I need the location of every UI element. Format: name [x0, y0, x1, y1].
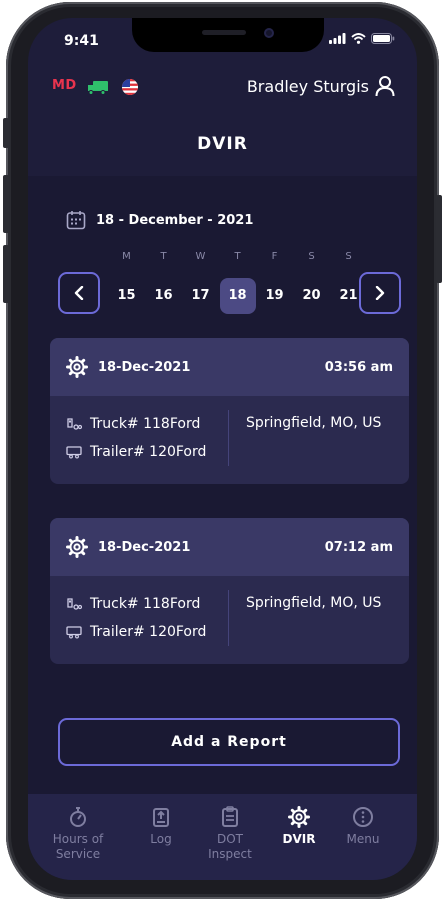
day-17[interactable]: 17 — [182, 278, 219, 314]
status-icons — [329, 33, 395, 44]
divider — [228, 590, 229, 646]
report-card[interactable]: 18-Dec-2021 07:12 am Truck# 118Ford Trai… — [50, 518, 409, 664]
report-location: Springfield, MO, US — [246, 415, 382, 431]
weekday-label: S — [308, 251, 315, 262]
trailer-number: Trailer# 120Ford — [90, 624, 207, 640]
previous-week-button[interactable] — [58, 272, 100, 314]
tab-label: DOT Inspect — [208, 832, 252, 861]
us-flag-icon — [122, 79, 138, 95]
clipboard-icon — [222, 806, 238, 827]
app-screen: 9:41 MD Bradley Sturgis DVIR 18 - Decemb… — [28, 18, 417, 880]
tab-label: Menu — [346, 832, 380, 846]
phone-notch — [132, 18, 324, 52]
weekday-header: M T W T F S S — [108, 251, 367, 262]
report-card-body: Truck# 118Ford Trailer# 120Ford Springfi… — [50, 396, 409, 484]
weekday-label: M — [122, 251, 131, 262]
tab-label: DVIR — [282, 832, 316, 846]
chevron-left-icon — [74, 286, 84, 300]
truck-small-icon — [67, 598, 82, 610]
md-indicator: MD — [52, 78, 77, 93]
stopwatch-icon — [70, 807, 86, 827]
gear-icon — [288, 806, 310, 828]
report-card-header: 18-Dec-2021 03:56 am — [50, 338, 409, 396]
weekday-label: T — [160, 251, 167, 262]
trailer-number: Trailer# 120Ford — [90, 444, 207, 460]
phone-side-button — [3, 245, 9, 303]
report-card-body: Truck# 118Ford Trailer# 120Ford Springfi… — [50, 576, 409, 664]
tab-dvir[interactable]: DVIR — [274, 806, 324, 847]
weekday-label: W — [195, 251, 206, 262]
tab-dot-inspect[interactable]: DOT Inspect — [201, 806, 259, 862]
bottom-tab-bar: Hours of Service Log DOT Inspect DVIR Me… — [28, 794, 417, 880]
menu-icon — [353, 807, 373, 827]
status-time: 9:41 — [64, 33, 99, 49]
day-15[interactable]: 15 — [108, 278, 145, 314]
speaker-grille — [202, 30, 246, 35]
weekday-label: T — [234, 251, 241, 262]
day-19[interactable]: 19 — [256, 278, 293, 314]
selected-date-row[interactable]: 18 - December - 2021 — [66, 210, 253, 230]
report-card[interactable]: 18-Dec-2021 03:56 am Truck# 118Ford Trai… — [50, 338, 409, 484]
trailer-icon — [66, 626, 82, 639]
signal-icon — [329, 33, 346, 44]
phone-side-button — [3, 175, 9, 233]
week-days-row: 15 16 17 18 19 20 21 — [108, 278, 367, 314]
tab-log[interactable]: Log — [136, 806, 186, 847]
user-profile-icon[interactable] — [375, 75, 395, 97]
truck-number: Truck# 118Ford — [90, 596, 201, 612]
front-camera — [264, 28, 274, 38]
trailer-line: Trailer# 120Ford — [66, 444, 206, 460]
phone-side-button — [436, 195, 442, 283]
calendar-icon — [66, 211, 86, 230]
log-icon — [153, 808, 169, 827]
truck-line: Truck# 118Ford — [66, 596, 200, 612]
weekday-label: S — [345, 251, 352, 262]
phone-side-button — [3, 118, 9, 148]
truck-line: Truck# 118Ford — [66, 416, 200, 432]
main-content: 18 - December - 2021 M T W T F S S 15 16… — [28, 176, 417, 794]
chevron-right-icon — [375, 286, 385, 300]
next-week-button[interactable] — [359, 272, 401, 314]
gear-icon — [66, 356, 88, 378]
truck-icon — [88, 81, 108, 95]
report-date: 18-Dec-2021 — [98, 359, 191, 375]
trailer-line: Trailer# 120Ford — [66, 624, 206, 640]
page-title: DVIR — [197, 134, 248, 154]
tab-label: Log — [150, 832, 172, 846]
report-time: 03:56 am — [324, 359, 393, 375]
report-date: 18-Dec-2021 — [98, 539, 191, 555]
wifi-icon — [351, 33, 366, 44]
battery-icon — [371, 33, 395, 44]
add-report-button[interactable]: Add a Report — [58, 718, 400, 766]
divider — [228, 410, 229, 466]
truck-number: Truck# 118Ford — [90, 416, 201, 432]
gear-icon — [66, 536, 88, 558]
day-20[interactable]: 20 — [293, 278, 330, 314]
report-location: Springfield, MO, US — [246, 595, 382, 611]
trailer-icon — [66, 446, 82, 459]
report-time: 07:12 am — [324, 539, 393, 555]
tab-menu[interactable]: Menu — [338, 806, 388, 847]
weekday-label: F — [271, 251, 278, 262]
day-18-selected[interactable]: 18 — [219, 278, 256, 314]
user-name[interactable]: Bradley Sturgis — [247, 77, 369, 96]
selected-date-label: 18 - December - 2021 — [96, 212, 254, 228]
day-16[interactable]: 16 — [145, 278, 182, 314]
tab-label: Hours of Service — [52, 832, 104, 861]
tab-hours-of-service[interactable]: Hours of Service — [48, 806, 108, 862]
report-card-header: 18-Dec-2021 07:12 am — [50, 518, 409, 576]
truck-small-icon — [67, 418, 82, 430]
top-info-row: MD Bradley Sturgis — [28, 74, 417, 100]
